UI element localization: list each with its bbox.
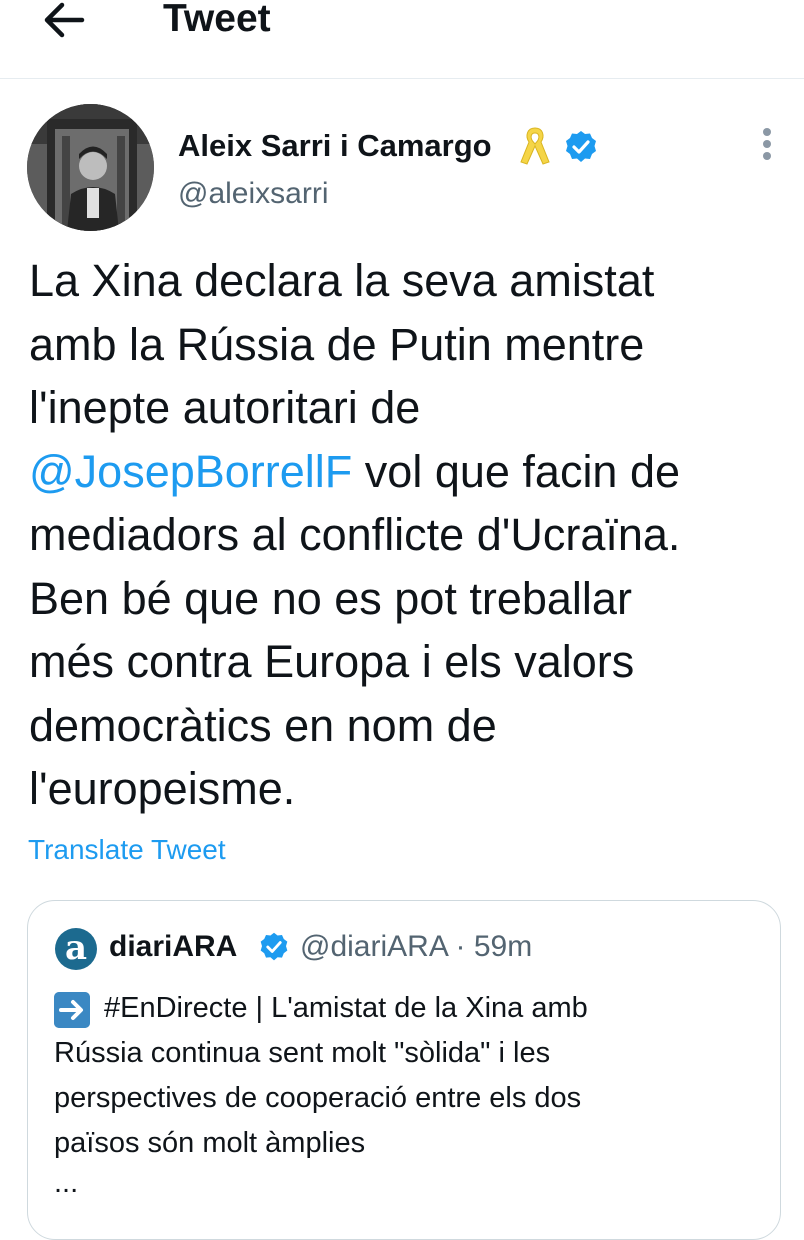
- verified-badge-icon: [566, 131, 596, 162]
- quoted-author-meta: @diariARA · 59m: [300, 930, 533, 963]
- mention-link[interactable]: @JosepBorrellF: [29, 446, 352, 497]
- author-name[interactable]: Aleix Sarri i Camargo: [178, 127, 492, 165]
- tweet-text: La Xina declara la seva amistat amb la R…: [29, 249, 789, 821]
- more-vertical-icon[interactable]: [752, 124, 782, 164]
- page-title: Tweet: [163, 0, 271, 40]
- avatar-photo: [27, 104, 154, 231]
- top-app-bar: Tweet: [0, 0, 804, 79]
- author-handle[interactable]: @aleixsarri: [178, 176, 328, 212]
- quoted-author-name[interactable]: diariARA: [109, 927, 237, 967]
- translate-tweet-link[interactable]: Translate Tweet: [28, 832, 226, 868]
- arrow-left-icon: [44, 2, 85, 38]
- author-avatar[interactable]: [27, 104, 154, 231]
- yellow-ribbon-icon: [520, 127, 550, 165]
- tweet-text-part2: vol que facin de mediadors al conflicte …: [29, 445, 681, 815]
- tweet-text-part1: La Xina declara la seva amistat amb la R…: [29, 255, 655, 433]
- verified-badge-icon: [260, 932, 288, 961]
- back-button[interactable]: [40, 0, 88, 40]
- quoted-author-avatar[interactable]: a: [55, 928, 97, 970]
- quoted-tweet-ellipsis: ...: [54, 1167, 79, 1199]
- quoted-tweet-text-body: #EnDirecte | L'amistat de la Xina amb Rú…: [54, 992, 588, 1159]
- quoted-tweet-text: #EnDirecte | L'amistat de la Xina amb Rú…: [54, 986, 754, 1166]
